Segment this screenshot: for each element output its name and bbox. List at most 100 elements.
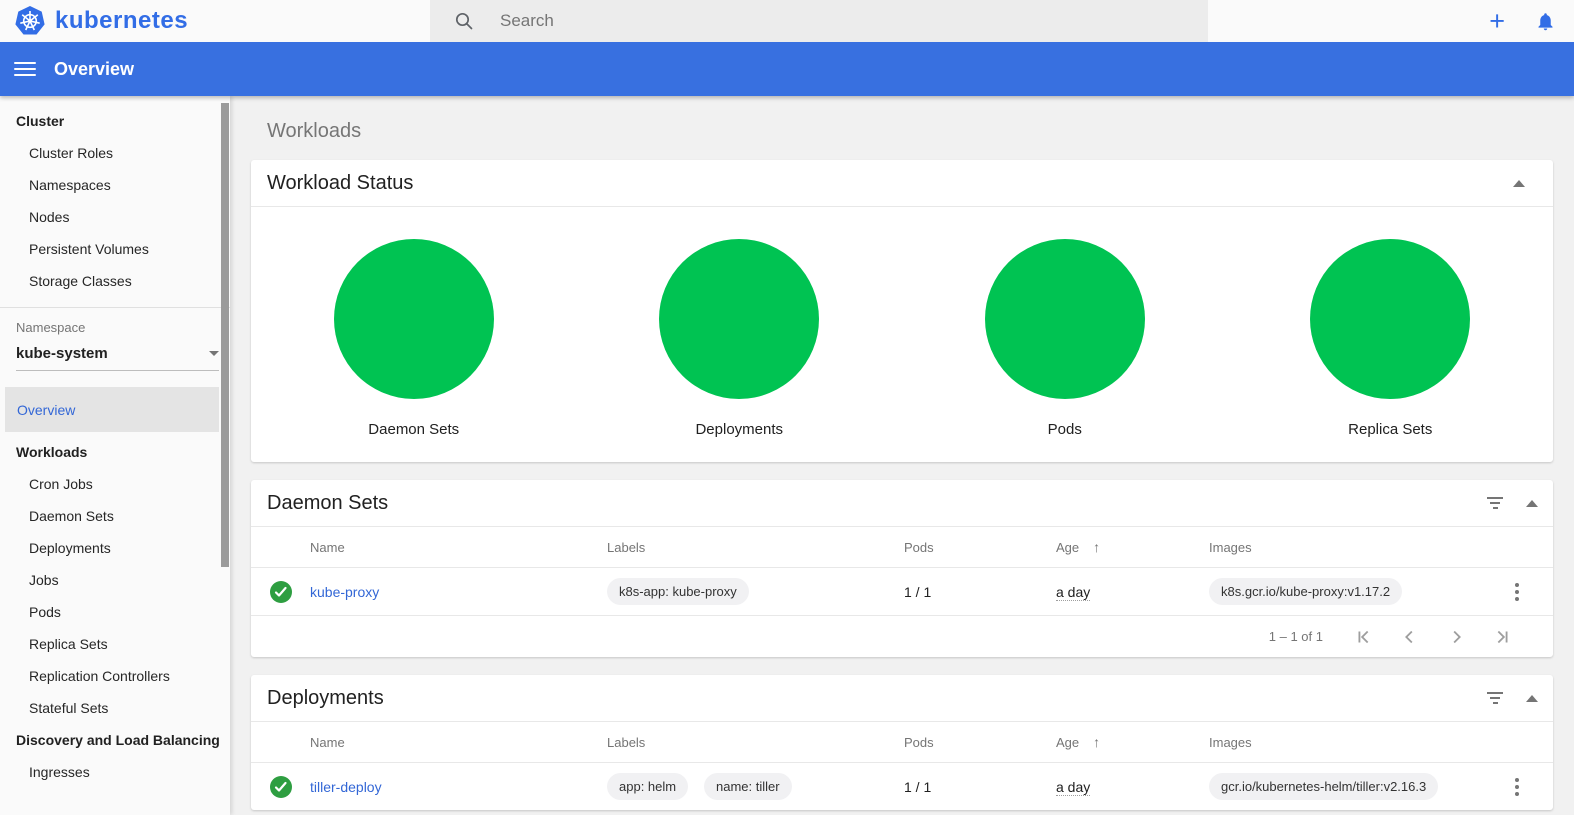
replica-sets-donut <box>1310 239 1470 399</box>
sidebar-item-cluster-roles[interactable]: Cluster Roles <box>0 137 230 169</box>
sort-ascending-icon[interactable]: ↑ <box>1093 734 1100 750</box>
status-ok-icon <box>251 581 310 603</box>
previous-page-icon[interactable] <box>1387 626 1433 648</box>
status-ok-icon <box>251 776 310 798</box>
label-chip: k8s-app: kube-proxy <box>607 578 749 605</box>
daemon-sets-card: Daemon Sets Name Labels Pods Age↑ Images <box>251 480 1553 657</box>
workload-status-card: Workload Status Daemon Sets Deployments <box>251 160 1553 462</box>
brand-name: kubernetes <box>55 7 188 35</box>
table-row: kube-proxy k8s-app: kube-proxy 1 / 1 a d… <box>251 567 1553 615</box>
sidebar-item-ingresses[interactable]: Ingresses <box>0 756 230 788</box>
image-chip: gcr.io/kubernetes-helm/tiller:v2.16.3 <box>1209 773 1438 800</box>
kubernetes-logo-icon <box>14 5 46 37</box>
app-toolbar: Overview <box>0 42 1574 96</box>
col-header-name[interactable]: Name <box>310 540 607 555</box>
col-header-images[interactable]: Images <box>1209 540 1505 555</box>
col-header-pods[interactable]: Pods <box>904 540 1056 555</box>
sidebar-scrollbar[interactable] <box>221 103 229 567</box>
col-header-labels[interactable]: Labels <box>607 735 904 750</box>
col-header-pods[interactable]: Pods <box>904 735 1056 750</box>
filter-icon[interactable] <box>1483 491 1507 515</box>
chart-label: Replica Sets <box>1348 421 1432 438</box>
deployments-table-header: Name Labels Pods Age↑ Images <box>251 722 1553 762</box>
last-page-icon[interactable] <box>1479 626 1525 648</box>
sidebar-section-discovery: Discovery and Load Balancing <box>0 724 230 756</box>
namespace-selected-value: kube-system <box>16 345 108 362</box>
namespace-select[interactable]: kube-system <box>16 345 219 371</box>
image-chip: k8s.gcr.io/kube-proxy:v1.17.2 <box>1209 578 1402 605</box>
menu-hamburger-icon[interactable] <box>14 56 36 82</box>
sidebar-item-jobs[interactable]: Jobs <box>0 564 230 596</box>
col-header-name[interactable]: Name <box>310 735 607 750</box>
age-value: a day <box>1056 584 1090 601</box>
col-header-images[interactable]: Images <box>1209 735 1505 750</box>
deployments-title: Deployments <box>267 687 1483 710</box>
sort-ascending-icon[interactable]: ↑ <box>1093 539 1100 555</box>
toolbar-title: Overview <box>54 59 134 80</box>
sidebar-nav: Cluster Cluster Roles Namespaces Nodes P… <box>0 96 230 815</box>
search-input[interactable] <box>500 11 1100 31</box>
replica-sets-donut-chart: Replica Sets <box>1228 239 1554 438</box>
sidebar-item-nodes[interactable]: Nodes <box>0 201 230 233</box>
header-actions: + <box>1208 0 1574 42</box>
namespace-label: Namespace <box>0 320 230 335</box>
table-row: tiller-deploy app: helm name: tiller 1 /… <box>251 762 1553 810</box>
pods-count: 1 / 1 <box>904 584 1056 600</box>
sidebar-item-daemon-sets[interactable]: Daemon Sets <box>0 500 230 532</box>
sidebar-item-stateful-sets[interactable]: Stateful Sets <box>0 692 230 724</box>
pods-donut <box>985 239 1145 399</box>
daemon-sets-table-header: Name Labels Pods Age↑ Images <box>251 527 1553 567</box>
sidebar-item-cron-jobs[interactable]: Cron Jobs <box>0 468 230 500</box>
first-page-icon[interactable] <box>1341 626 1387 648</box>
sidebar-item-namespaces[interactable]: Namespaces <box>0 169 230 201</box>
row-menu-kebab-icon[interactable] <box>1505 579 1529 605</box>
filter-icon[interactable] <box>1483 686 1507 710</box>
pods-count: 1 / 1 <box>904 779 1056 795</box>
collapse-card-icon[interactable] <box>1507 491 1531 515</box>
chart-label: Pods <box>1048 421 1082 438</box>
pagination-range: 1 – 1 of 1 <box>1269 629 1323 644</box>
collapse-card-icon[interactable] <box>1507 171 1531 195</box>
workload-status-title: Workload Status <box>267 172 1507 195</box>
daemon-sets-pagination: 1 – 1 of 1 <box>251 615 1553 657</box>
col-header-age[interactable]: Age↑ <box>1056 539 1209 555</box>
pods-donut-chart: Pods <box>902 239 1228 438</box>
main-content: Workloads Workload Status Daemon Sets De… <box>230 96 1574 815</box>
sidebar-divider <box>0 307 230 308</box>
page-title: Workloads <box>267 120 1553 143</box>
label-chip: name: tiller <box>704 773 792 800</box>
sidebar-item-storage-classes[interactable]: Storage Classes <box>0 265 230 297</box>
sidebar-item-replication-controllers[interactable]: Replication Controllers <box>0 660 230 692</box>
brand[interactable]: kubernetes <box>0 0 430 42</box>
chart-label: Daemon Sets <box>368 421 459 438</box>
deployments-donut <box>659 239 819 399</box>
collapse-card-icon[interactable] <box>1507 686 1531 710</box>
search-bar[interactable] <box>430 0 1208 42</box>
deployments-donut-chart: Deployments <box>577 239 903 438</box>
chevron-down-icon <box>209 351 219 356</box>
sidebar-section-cluster: Cluster <box>0 105 230 137</box>
sidebar-item-deployments[interactable]: Deployments <box>0 532 230 564</box>
create-resource-icon[interactable]: + <box>1489 8 1505 35</box>
daemon-sets-donut-chart: Daemon Sets <box>251 239 577 438</box>
sidebar-item-persistent-volumes[interactable]: Persistent Volumes <box>0 233 230 265</box>
workload-status-charts: Daemon Sets Deployments Pods Replica Set… <box>251 207 1553 462</box>
chart-label: Deployments <box>695 421 783 438</box>
label-chip: app: helm <box>607 773 688 800</box>
sidebar-item-overview[interactable]: Overview <box>5 387 219 432</box>
sidebar-item-replica-sets[interactable]: Replica Sets <box>0 628 230 660</box>
sidebar-item-pods[interactable]: Pods <box>0 596 230 628</box>
search-icon <box>454 11 474 31</box>
daemon-set-link[interactable]: kube-proxy <box>310 584 379 600</box>
daemon-sets-donut <box>334 239 494 399</box>
next-page-icon[interactable] <box>1433 626 1479 648</box>
kubernetes-dashboard: kubernetes + Overview Cluster Cluster R <box>0 0 1574 815</box>
deployments-card: Deployments Name Labels Pods Age↑ Images <box>251 675 1553 810</box>
deployment-link[interactable]: tiller-deploy <box>310 779 382 795</box>
daemon-sets-title: Daemon Sets <box>267 492 1483 515</box>
col-header-labels[interactable]: Labels <box>607 540 904 555</box>
top-header: kubernetes + <box>0 0 1574 42</box>
row-menu-kebab-icon[interactable] <box>1505 774 1529 800</box>
col-header-age[interactable]: Age↑ <box>1056 734 1209 750</box>
notifications-bell-icon[interactable] <box>1535 11 1556 32</box>
